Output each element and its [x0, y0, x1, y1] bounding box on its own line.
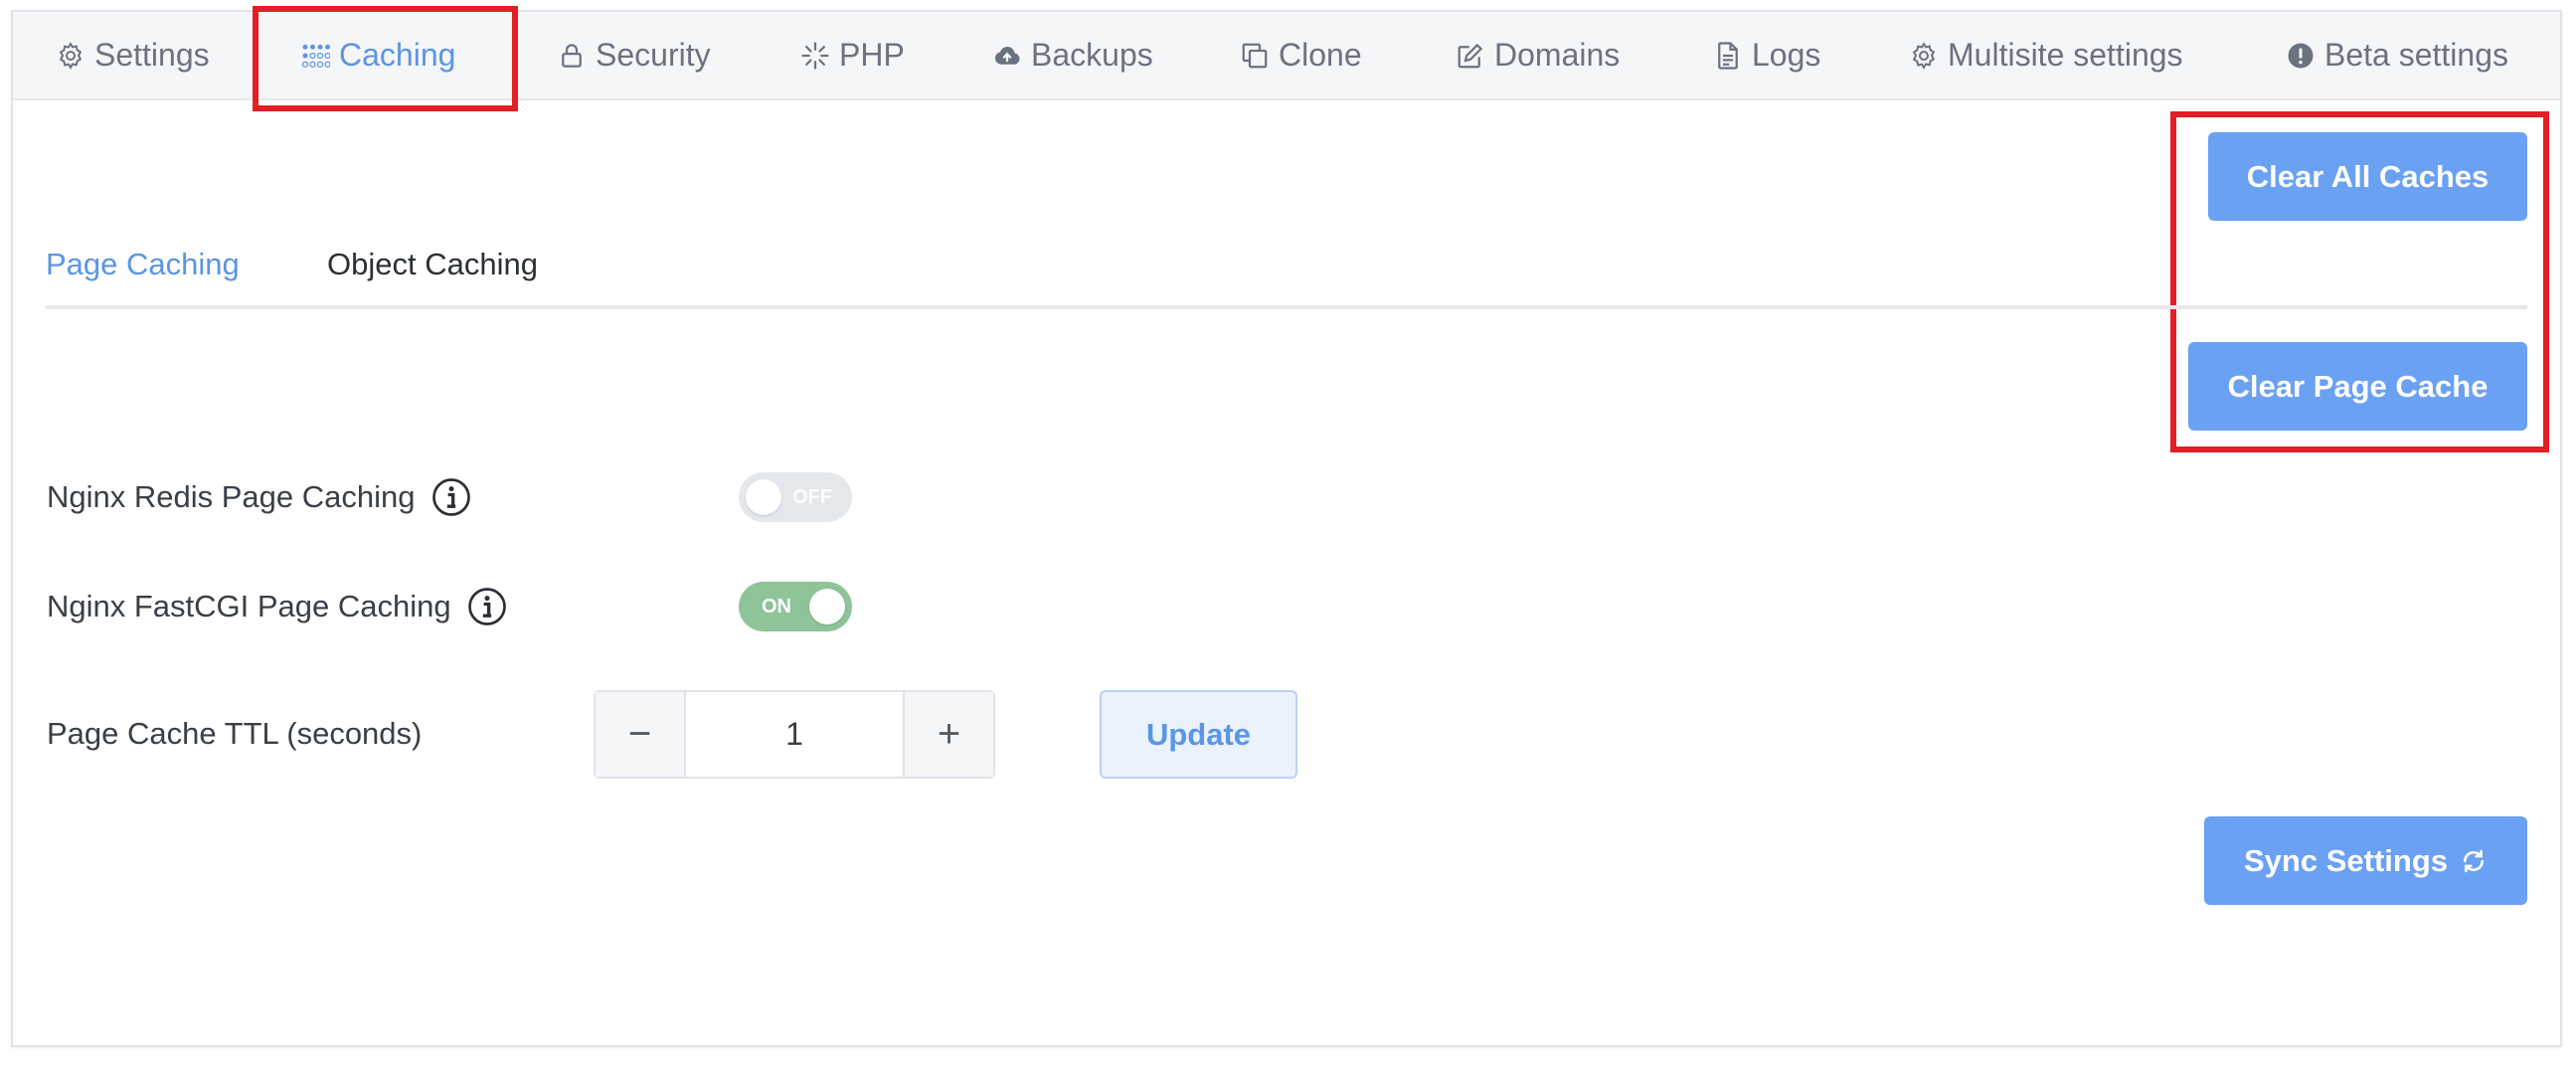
- spinner-icon: [800, 41, 830, 71]
- edit-icon: [1456, 41, 1485, 71]
- tab-label: Domains: [1494, 37, 1621, 73]
- subtab-divider: [46, 305, 2527, 309]
- tab-settings[interactable]: Settings: [56, 12, 210, 98]
- ttl-input[interactable]: [686, 692, 903, 777]
- decrement-button[interactable]: −: [596, 692, 686, 777]
- fastcgi-caching-label: Nginx FastCGI Page Caching: [47, 579, 507, 634]
- tab-logs[interactable]: Logs: [1713, 12, 1820, 98]
- alert-circle-icon: [2286, 41, 2316, 71]
- increment-button[interactable]: +: [903, 692, 993, 777]
- minus-icon: −: [627, 712, 652, 756]
- refresh-icon: [2460, 847, 2488, 875]
- setting-label: Page Cache TTL (seconds): [47, 716, 423, 751]
- tab-beta-settings[interactable]: Beta settings: [2286, 12, 2508, 98]
- redis-caching-label: Nginx Redis Page Caching: [47, 469, 471, 525]
- toggle-state-label: ON: [762, 596, 791, 618]
- button-label: Clear All Caches: [2246, 158, 2490, 194]
- tab-label: Security: [596, 37, 711, 73]
- tab-label: Logs: [1752, 37, 1821, 73]
- button-label: Update: [1145, 716, 1252, 752]
- tab-php[interactable]: PHP: [800, 12, 905, 98]
- info-icon[interactable]: [431, 477, 471, 517]
- copy-icon: [1240, 41, 1270, 71]
- redis-caching-toggle[interactable]: OFF: [739, 472, 852, 522]
- clear-all-caches-button[interactable]: Clear All Caches: [2208, 132, 2527, 221]
- caching-tab-highlight: [253, 6, 518, 111]
- lock-icon: [557, 41, 587, 71]
- update-button[interactable]: Update: [1100, 690, 1297, 779]
- plus-icon: +: [937, 712, 961, 756]
- tab-security[interactable]: Security: [557, 12, 711, 98]
- info-icon[interactable]: [467, 587, 507, 626]
- ttl-stepper: − +: [594, 690, 995, 779]
- fastcgi-caching-toggle[interactable]: ON: [739, 582, 852, 631]
- tab-label: Beta settings: [2324, 37, 2508, 73]
- subtab-page-caching[interactable]: Page Caching: [46, 247, 240, 282]
- tab-backups[interactable]: Backups: [992, 12, 1153, 98]
- setting-label: Nginx FastCGI Page Caching: [47, 589, 451, 623]
- tab-label: Multisite settings: [1948, 37, 2183, 73]
- toggle-knob: [746, 479, 781, 515]
- toggle-state-label: OFF: [792, 486, 832, 508]
- gear-icon: [1909, 41, 1939, 71]
- clear-page-cache-button[interactable]: Clear Page Cache: [2188, 342, 2527, 431]
- tab-label: Settings: [94, 37, 210, 73]
- document-icon: [1713, 41, 1743, 71]
- tab-label: Clone: [1279, 37, 1362, 73]
- tab-multisite-settings[interactable]: Multisite settings: [1909, 12, 2183, 98]
- tab-clone[interactable]: Clone: [1240, 12, 1362, 98]
- sync-settings-button[interactable]: Sync Settings: [2204, 816, 2527, 905]
- button-label: Sync Settings: [2244, 842, 2448, 878]
- ttl-label: Page Cache TTL (seconds): [47, 706, 422, 762]
- setting-label: Nginx Redis Page Caching: [47, 479, 416, 514]
- button-label: Clear Page Cache: [2227, 368, 2489, 404]
- tab-label: Backups: [1031, 37, 1153, 73]
- gear-icon: [56, 41, 86, 71]
- cloud-upload-icon: [992, 41, 1022, 71]
- tab-domains[interactable]: Domains: [1456, 12, 1620, 98]
- subtab-object-caching[interactable]: Object Caching: [327, 247, 538, 282]
- tab-label: PHP: [839, 37, 905, 73]
- toggle-knob: [809, 589, 845, 624]
